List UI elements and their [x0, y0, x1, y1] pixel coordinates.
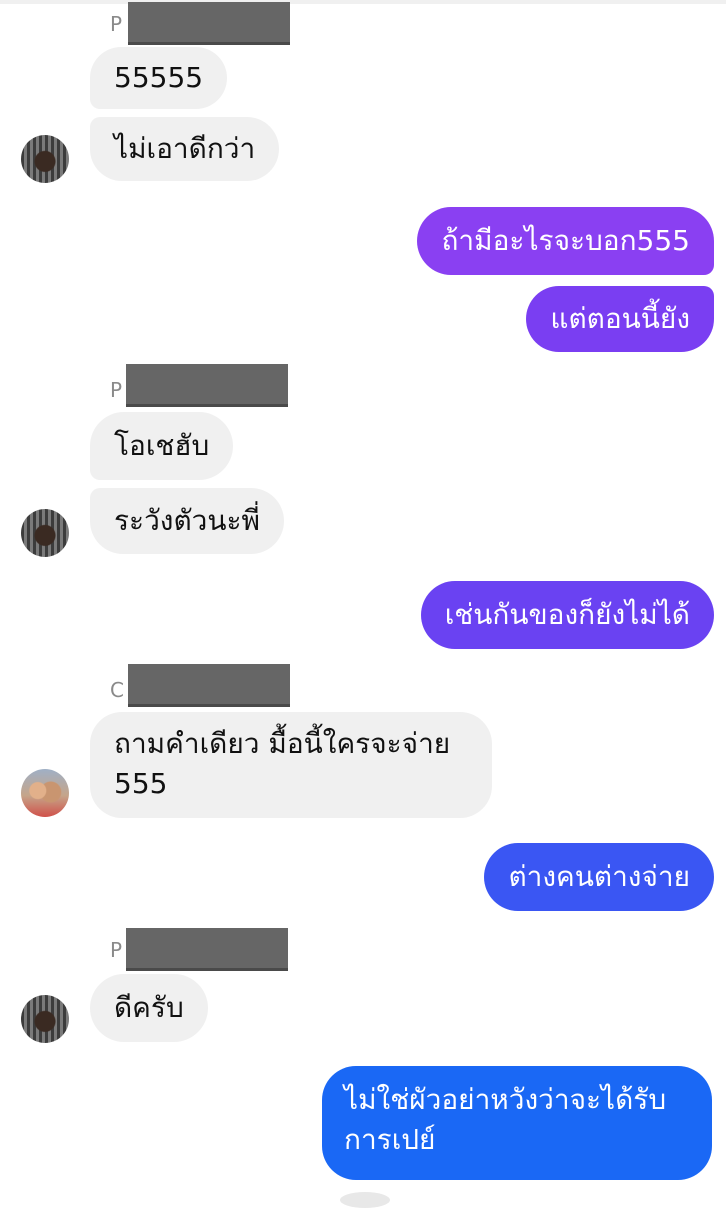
message-text: การเปย์	[344, 1123, 436, 1156]
redacted-name	[126, 364, 288, 407]
message-text: ดีครับ	[114, 991, 184, 1024]
message-text: แต่ตอนนี้ยัง	[550, 302, 690, 335]
sender-name: P	[110, 12, 123, 36]
message-text: เช่นกันของก็ยังไม่ได้	[444, 598, 690, 631]
message-text: ถ้ามีอะไรจะบอก555	[441, 224, 690, 257]
avatar[interactable]	[21, 509, 69, 557]
top-divider	[0, 0, 726, 4]
message-bubble-incoming[interactable]: ไม่เอาดีกว่า	[90, 117, 280, 181]
message-bubble-outgoing[interactable]: เช่นกันของก็ยังไม่ได้	[420, 581, 714, 649]
message-text: ถามคำเดียว มื้อนี้ใครจะจ่าย	[114, 727, 451, 760]
message-text: ไม่ใช่ผัวอย่าหวังว่าจะได้รับ	[344, 1083, 667, 1116]
sender-name: P	[110, 378, 123, 402]
message-text: ต่างคนต่างจ่าย	[508, 860, 690, 893]
message-bubble-outgoing[interactable]: แต่ตอนนี้ยัง	[526, 286, 714, 352]
message-text: 55555	[114, 61, 204, 94]
redacted-name	[126, 928, 288, 971]
redacted-name	[128, 664, 290, 707]
avatar[interactable]	[21, 135, 69, 183]
message-bubble-outgoing[interactable]: ถ้ามีอะไรจะบอก555	[417, 207, 714, 275]
message-bubble-incoming[interactable]: 55555	[90, 47, 228, 109]
message-bubble-incoming[interactable]: ดีครับ	[90, 974, 208, 1042]
avatar[interactable]	[21, 995, 69, 1043]
message-text: ระวังตัวนะพี่	[114, 504, 261, 537]
message-text: 555	[114, 767, 168, 800]
redacted-name	[128, 2, 290, 45]
sender-name: P	[110, 938, 123, 962]
message-bubble-outgoing[interactable]: ต่างคนต่างจ่าย	[484, 843, 714, 911]
message-bubble-incoming[interactable]: ถามคำเดียว มื้อนี้ใครจะจ่าย 555	[90, 712, 492, 818]
seen-indicator	[340, 1192, 390, 1208]
message-bubble-incoming[interactable]: โอเชฮับ	[90, 412, 234, 480]
message-bubble-outgoing[interactable]: ไม่ใช่ผัวอย่าหวังว่าจะได้รับ การเปย์	[322, 1066, 712, 1180]
message-text: ไม่เอาดีกว่า	[114, 132, 256, 165]
message-text: โอเชฮับ	[114, 429, 210, 462]
message-bubble-incoming[interactable]: ระวังตัวนะพี่	[90, 488, 285, 554]
sender-name: C	[110, 678, 124, 702]
avatar[interactable]	[21, 769, 69, 817]
